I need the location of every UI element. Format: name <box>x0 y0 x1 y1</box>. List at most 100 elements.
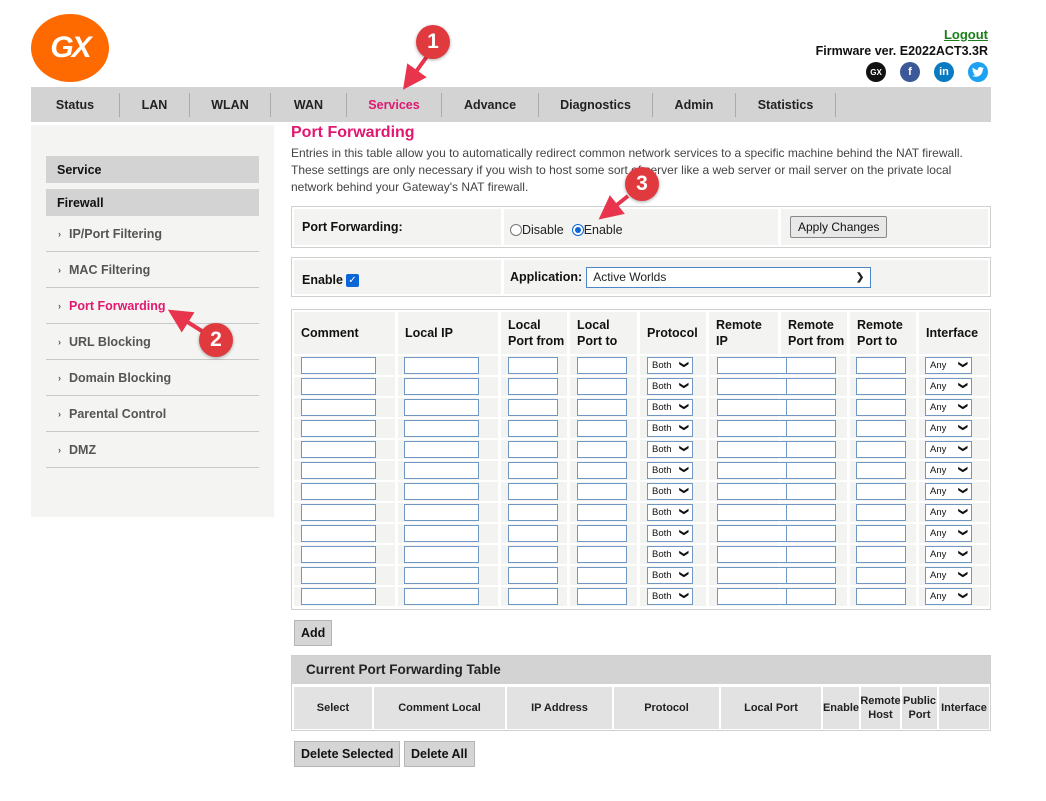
sidebar-section-firewall[interactable]: Firewall <box>46 189 259 216</box>
interface-select[interactable]: Any ❯ <box>925 483 972 500</box>
local-ip-input[interactable] <box>404 546 479 563</box>
remote-port-to-input[interactable] <box>856 588 906 605</box>
sidebar-item-mac-filtering[interactable]: › MAC Filtering <box>46 252 259 288</box>
comment-input[interactable] <box>301 420 376 437</box>
comment-input[interactable] <box>301 504 376 521</box>
comment-input[interactable] <box>301 483 376 500</box>
application-select[interactable]: Active Worlds ❯ <box>586 266 872 288</box>
delete-selected-button[interactable]: Delete Selected <box>294 741 401 767</box>
remote-port-to-input[interactable] <box>856 546 906 563</box>
protocol-select[interactable]: Both ❯ <box>647 399 693 416</box>
local-port-from-input[interactable] <box>508 441 558 458</box>
enable-radio[interactable] <box>571 223 584 236</box>
nav-wlan[interactable]: WLAN <box>190 92 271 117</box>
nav-admin[interactable]: Admin <box>653 92 736 117</box>
local-port-from-input[interactable] <box>508 378 558 395</box>
local-port-to-input[interactable] <box>577 441 627 458</box>
remote-port-from-input[interactable] <box>786 567 836 584</box>
interface-select[interactable]: Any ❯ <box>925 462 972 479</box>
gx-logo[interactable]: GX <box>31 14 109 82</box>
comment-input[interactable] <box>301 546 376 563</box>
local-ip-input[interactable] <box>404 567 479 584</box>
interface-select[interactable]: Any ❯ <box>925 525 972 542</box>
sidebar-section-service[interactable]: Service <box>46 156 259 183</box>
comment-input[interactable] <box>301 399 376 416</box>
nav-diagnostics[interactable]: Diagnostics <box>539 92 653 117</box>
sidebar-item-port-forwarding[interactable]: › Port Forwarding <box>46 288 259 324</box>
remote-port-to-input[interactable] <box>856 483 906 500</box>
local-ip-input[interactable] <box>404 420 479 437</box>
local-port-to-input[interactable] <box>577 567 627 584</box>
comment-input[interactable] <box>301 441 376 458</box>
comment-input[interactable] <box>301 378 376 395</box>
protocol-select[interactable]: Both ❯ <box>647 483 693 500</box>
nav-services[interactable]: Services <box>347 92 442 117</box>
local-port-from-input[interactable] <box>508 357 558 374</box>
local-port-from-input[interactable] <box>508 546 558 563</box>
interface-select[interactable]: Any ❯ <box>925 378 972 395</box>
local-ip-input[interactable] <box>404 504 479 521</box>
remote-port-to-input[interactable] <box>856 357 906 374</box>
remote-port-to-input[interactable] <box>856 378 906 395</box>
comment-input[interactable] <box>301 357 376 374</box>
interface-select[interactable]: Any ❯ <box>925 399 972 416</box>
local-ip-input[interactable] <box>404 525 479 542</box>
logout-link[interactable]: Logout <box>944 27 988 42</box>
remote-port-from-input[interactable] <box>786 546 836 563</box>
protocol-select[interactable]: Both ❯ <box>647 504 693 521</box>
interface-select[interactable]: Any ❯ <box>925 420 972 437</box>
remote-ip-input[interactable] <box>717 441 787 458</box>
remote-port-to-input[interactable] <box>856 441 906 458</box>
protocol-select[interactable]: Both ❯ <box>647 546 693 563</box>
remote-port-from-input[interactable] <box>786 357 836 374</box>
remote-ip-input[interactable] <box>717 567 787 584</box>
delete-all-button[interactable]: Delete All <box>404 741 475 767</box>
protocol-select[interactable]: Both ❯ <box>647 462 693 479</box>
remote-port-from-input[interactable] <box>786 378 836 395</box>
interface-select[interactable]: Any ❯ <box>925 504 972 521</box>
local-ip-input[interactable] <box>404 399 479 416</box>
protocol-select[interactable]: Both ❯ <box>647 441 693 458</box>
local-ip-input[interactable] <box>404 441 479 458</box>
twitter-icon[interactable] <box>968 62 988 82</box>
local-port-to-input[interactable] <box>577 462 627 479</box>
protocol-select[interactable]: Both ❯ <box>647 588 693 605</box>
remote-port-from-input[interactable] <box>786 483 836 500</box>
local-ip-input[interactable] <box>404 357 479 374</box>
comment-input[interactable] <box>301 567 376 584</box>
comment-input[interactable] <box>301 462 376 479</box>
remote-ip-input[interactable] <box>717 504 787 521</box>
remote-port-to-input[interactable] <box>856 399 906 416</box>
apply-changes-button[interactable]: Apply Changes <box>790 216 888 238</box>
interface-select[interactable]: Any ❯ <box>925 588 972 605</box>
sidebar-item-parental-control[interactable]: › Parental Control <box>46 396 259 432</box>
local-port-to-input[interactable] <box>577 525 627 542</box>
local-ip-input[interactable] <box>404 462 479 479</box>
remote-port-from-input[interactable] <box>786 462 836 479</box>
facebook-icon[interactable]: f <box>900 62 920 82</box>
remote-ip-input[interactable] <box>717 420 787 437</box>
disable-radio[interactable] <box>510 223 522 236</box>
remote-port-to-input[interactable] <box>856 567 906 584</box>
remote-ip-input[interactable] <box>717 378 787 395</box>
nav-statistics[interactable]: Statistics <box>736 92 836 117</box>
remote-port-to-input[interactable] <box>856 525 906 542</box>
protocol-select[interactable]: Both ❯ <box>647 357 693 374</box>
local-port-to-input[interactable] <box>577 357 627 374</box>
remote-port-from-input[interactable] <box>786 441 836 458</box>
remote-port-from-input[interactable] <box>786 588 836 605</box>
comment-input[interactable] <box>301 588 376 605</box>
protocol-select[interactable]: Both ❯ <box>647 525 693 542</box>
enable-checkbox[interactable]: ✓ <box>346 273 359 287</box>
remote-ip-input[interactable] <box>717 588 787 605</box>
local-port-from-input[interactable] <box>508 525 558 542</box>
remote-port-to-input[interactable] <box>856 420 906 437</box>
nav-status[interactable]: Status <box>31 92 120 117</box>
remote-port-from-input[interactable] <box>786 399 836 416</box>
local-port-from-input[interactable] <box>508 420 558 437</box>
interface-select[interactable]: Any ❯ <box>925 567 972 584</box>
local-ip-input[interactable] <box>404 483 479 500</box>
remote-port-from-input[interactable] <box>786 504 836 521</box>
local-port-from-input[interactable] <box>508 567 558 584</box>
interface-select[interactable]: Any ❯ <box>925 546 972 563</box>
